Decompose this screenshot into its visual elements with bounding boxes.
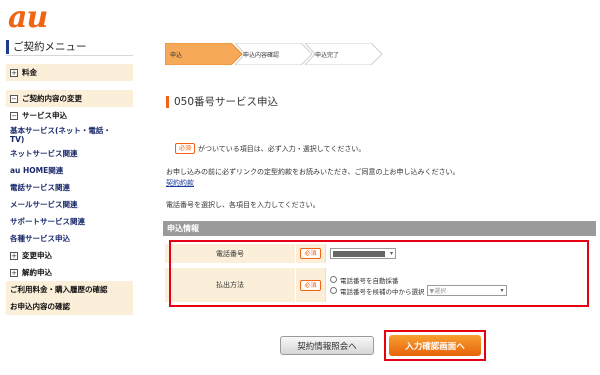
collapse-icon: − <box>10 111 18 120</box>
sidebar-item-label: 料金 <box>22 68 37 77</box>
sidebar-item-support-service[interactable]: サポートサービス関連 <box>6 213 133 230</box>
sidebar-item-label: ご利用料金・購入履歴の確認 <box>10 285 108 294</box>
sidebar-item-label: メールサービス関連 <box>10 200 78 209</box>
sidebar-item-label: ご契約内容の変更 <box>22 94 82 103</box>
sidebar-item-contract-change[interactable]: − ご契約内容の変更 <box>6 90 133 107</box>
page-title: 050番号サービス申込 <box>166 94 278 109</box>
expand-icon: + <box>10 68 18 77</box>
au-logo[interactable]: au <box>8 3 48 33</box>
step-apply: 申込 <box>165 43 243 65</box>
sidebar-item-label: サービス申込 <box>22 111 67 120</box>
sidebar-item-order-status[interactable]: お申込内容の確認 <box>6 298 133 315</box>
sidebar-item-label: 電話サービス関連 <box>10 183 70 192</box>
sidebar-heading: ご契約メニュー <box>6 38 133 56</box>
sidebar-item-label: 変更申込 <box>22 251 52 260</box>
step-label: 申込完了 <box>315 51 340 59</box>
highlight-form-box <box>169 240 589 307</box>
sidebar-item-service-apply[interactable]: − サービス申込 <box>6 107 133 124</box>
step-complete: 申込完了 <box>305 43 383 65</box>
sidebar-item-charges[interactable]: + 料金 <box>6 64 133 81</box>
sidebar-item-label: 基本サービス(ネット・電話・TV) <box>10 125 111 144</box>
step-confirm: 申込内容確認 <box>235 43 313 65</box>
required-note-text: がついている項目は、必ず入力・選択してください。 <box>198 144 366 153</box>
title-accent-bar <box>166 95 169 108</box>
sidebar-item-basic-service[interactable]: 基本サービス(ネット・電話・TV) <box>6 124 133 145</box>
sidebar-item-change-apply[interactable]: + 変更申込 <box>6 247 133 264</box>
progress-steps: 申込 申込内容確認 申込完了 <box>165 43 395 65</box>
sidebar-item-other-service[interactable]: 各種サービス申込 <box>6 230 133 247</box>
contract-info-button[interactable]: 契約情報照会へ <box>280 336 374 355</box>
instruction-text: 電話番号を選択し、各項目を入力してください。 <box>166 201 320 209</box>
sidebar-item-label: ネットサービス関連 <box>10 149 78 158</box>
highlight-confirm-button <box>384 330 486 361</box>
terms-notice: お申し込みの前に必ずリンクの定型約款をお読みいただき、ご同意の上お申し込みくださ… <box>166 168 460 176</box>
required-note: 必須 がついている項目は、必ず入力・選択してください。 <box>175 143 365 154</box>
sidebar-item-label: サポートサービス関連 <box>10 217 85 226</box>
sidebar-item-label: au HOME関連 <box>10 166 64 175</box>
step-label: 申込 <box>170 51 183 59</box>
step-label: 申込内容確認 <box>243 51 280 59</box>
sidebar-item-net-service[interactable]: ネットサービス関連 <box>6 145 133 162</box>
sidebar-item-cancel-apply[interactable]: + 解約申込 <box>6 264 133 281</box>
expand-icon: + <box>10 251 18 260</box>
section-header: 申込情報 <box>163 221 596 236</box>
sidebar-item-au-home[interactable]: au HOME関連 <box>6 162 133 179</box>
sidebar-item-mail-service[interactable]: メールサービス関連 <box>6 196 133 213</box>
required-badge: 必須 <box>175 143 196 154</box>
terms-link[interactable]: 契約約款 <box>166 178 194 188</box>
page-title-text: 050番号サービス申込 <box>174 96 279 108</box>
sidebar-item-billing-history[interactable]: ご利用料金・購入履歴の確認 <box>6 281 133 298</box>
sidebar-item-label: お申込内容の確認 <box>10 302 70 311</box>
sidebar-item-phone-service[interactable]: 電話サービス関連 <box>6 179 133 196</box>
expand-icon: + <box>10 268 18 277</box>
heading-accent-bar <box>6 39 9 54</box>
collapse-icon: − <box>10 94 18 103</box>
sidebar: ご契約メニュー + 料金 − ご契約内容の変更 − サービス申込 基本サービス(… <box>6 38 133 315</box>
sidebar-item-label: 解約申込 <box>22 268 52 277</box>
sidebar-item-label: 各種サービス申込 <box>10 234 70 243</box>
sidebar-heading-label: ご契約メニュー <box>13 41 87 53</box>
